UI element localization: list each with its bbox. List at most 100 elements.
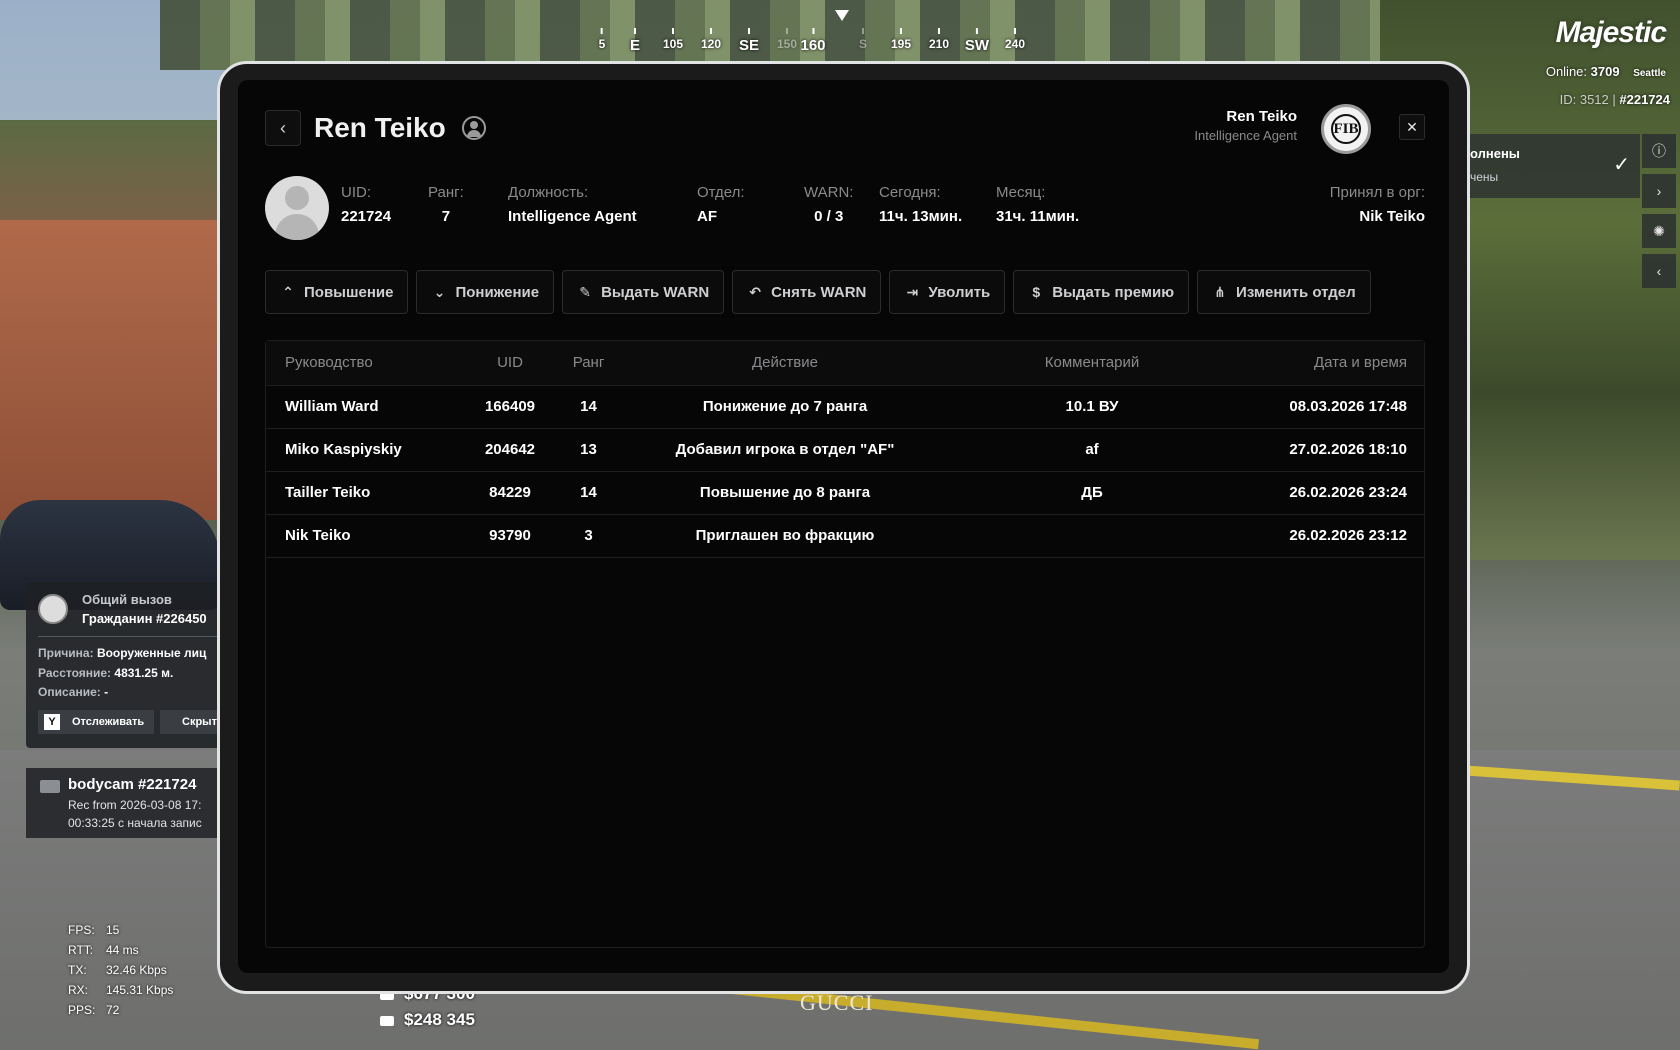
- document-edit-icon: ✎: [579, 283, 591, 300]
- cell-leader: Miko Kaspiyskiy: [266, 428, 474, 472]
- call-description-value: -: [104, 685, 109, 699]
- month-label: Месяц:: [996, 184, 1046, 201]
- player-id-value: #221724: [1619, 92, 1670, 107]
- track-label: Отслеживать: [72, 716, 145, 728]
- action-label: Выдать WARN: [601, 283, 710, 301]
- action-label: Повышение: [304, 283, 394, 301]
- call-distance: Расстояние: 4831.25 м.: [38, 666, 173, 680]
- column-header: Дата и время: [1245, 341, 1424, 386]
- net-stat-value: 44 ms: [106, 943, 139, 957]
- cell-rank: 14: [546, 471, 631, 515]
- quest-panel[interactable]: олнены чены ✓: [1468, 134, 1640, 198]
- member-profile: UID: 221724 Ранг: 7 Должность: Intellige…: [265, 176, 1425, 240]
- net-stat-label: TX:: [68, 963, 87, 977]
- call-reason-value: Вооруженные лиц: [96, 646, 207, 660]
- table-header-row: Руководство UID Ранг Действие Комментари…: [266, 341, 1424, 386]
- give-bonus-button[interactable]: $ Выдать премию: [1013, 270, 1190, 314]
- close-button[interactable]: ✕: [1399, 114, 1425, 140]
- cell-leader: Tailler Teiko: [266, 471, 474, 515]
- chevron-right-icon[interactable]: ›: [1642, 174, 1676, 208]
- column-header: Действие: [631, 341, 939, 386]
- warn-field: WARN: 0 / 3: [804, 184, 853, 225]
- bodycam-rec: Rec from 2026-03-08 17:: [68, 798, 202, 812]
- remove-warn-button[interactable]: ↶ Снять WARN: [732, 270, 882, 314]
- table-row[interactable]: Tailler Teiko 84229 14 Повышение до 8 ранга…: [266, 471, 1424, 515]
- badge-icon[interactable]: ✺: [1642, 214, 1676, 248]
- give-warn-button[interactable]: ✎ Выдать WARN: [562, 270, 725, 314]
- demote-button[interactable]: ⌄ Понижение: [416, 270, 555, 314]
- compass-tick: 5: [599, 28, 606, 51]
- compass-tick: E: [630, 28, 640, 54]
- building-wall: [0, 220, 240, 520]
- net-stat-row: TX: 32.46 Kbps: [68, 960, 173, 980]
- call-title: Общий вызов: [82, 592, 172, 607]
- compass-tick: 210: [929, 28, 949, 51]
- net-stat-label: RX:: [68, 983, 89, 997]
- camera-icon: [40, 780, 60, 793]
- compass-tick: 150: [777, 28, 797, 51]
- chevron-left-icon: ‹: [280, 117, 286, 138]
- close-icon: ✕: [1406, 118, 1418, 135]
- compass-tick: SW: [965, 28, 989, 54]
- net-stat-row: FPS: 15: [68, 920, 173, 940]
- warn-value: 0 / 3: [814, 208, 844, 225]
- undo-icon: ↶: [749, 283, 762, 300]
- rank-label: Ранг:: [428, 184, 464, 201]
- net-stat-label: PPS:: [68, 1003, 96, 1017]
- month-value: 31ч. 11мин.: [996, 208, 1080, 225]
- compass-tick: 160: [800, 28, 825, 54]
- history-table-grid: Руководство UID Ранг Действие Комментари…: [266, 341, 1424, 558]
- chevron-up-icon: ⌃: [282, 283, 294, 300]
- net-stat-label: FPS:: [68, 923, 95, 937]
- net-stat-row: RTT: 44 ms: [68, 940, 173, 960]
- cash-money: $248 345: [380, 1010, 475, 1030]
- fib-logo-icon: [38, 594, 68, 624]
- seal-text: FIB: [1331, 114, 1361, 144]
- net-stat-row: PPS: 72: [68, 1000, 173, 1020]
- action-label: Снять WARN: [771, 283, 867, 301]
- coin-icon: $: [1032, 284, 1041, 300]
- chevron-left-icon[interactable]: ‹: [1642, 254, 1676, 288]
- promote-button[interactable]: ⌃ Повышение: [265, 270, 409, 314]
- key-hint: Y: [44, 714, 60, 730]
- table-row[interactable]: Nik Teiko 93790 3 Приглашен во фракцию 26.02…: [266, 514, 1424, 558]
- side-buttons: ⓘ › ✺ ‹: [1642, 134, 1676, 294]
- compass-ticks: 5 E 105 120 SE 150 160 S 195 210 SW 240: [599, 28, 1080, 58]
- fire-button[interactable]: ⇥ Уволить: [889, 270, 1006, 314]
- compass-heading-arrow-icon: [835, 10, 849, 21]
- online-label: Online:: [1545, 64, 1588, 79]
- department-label: Отдел:: [697, 184, 745, 201]
- uid-field: UID: 221724: [341, 184, 391, 225]
- fib-seal-icon: FIB: [1321, 104, 1371, 154]
- cell-action: Понижение до 7 ранга: [631, 385, 939, 429]
- cell-datetime: 27.02.2026 18:10: [1245, 428, 1424, 472]
- uid-value: 221724: [341, 208, 392, 225]
- info-icon[interactable]: ⓘ: [1642, 134, 1676, 168]
- change-dept-button[interactable]: ⋔ Изменить отдел: [1197, 270, 1371, 314]
- track-button[interactable]: Y Отслеживать: [38, 710, 154, 734]
- net-stat-value: 32.46 Kbps: [106, 963, 167, 977]
- cell-action: Повышение до 8 ранга: [631, 471, 939, 515]
- call-citizen: Гражданин #226450: [82, 611, 207, 626]
- tablet-screen: ‹ Ren Teiko Ren Teiko Intelligence Agent…: [238, 80, 1449, 973]
- building: [0, 120, 240, 230]
- column-header: Руководство: [266, 341, 474, 386]
- person-icon[interactable]: [462, 116, 486, 140]
- cell-uid: 93790: [474, 514, 546, 558]
- table-body: William Ward 166409 14 Понижение до 7 ранга…: [266, 385, 1424, 558]
- call-description: Описание: -: [38, 685, 108, 699]
- cash-money-value: $248 345: [404, 1010, 475, 1029]
- back-button[interactable]: ‹: [265, 110, 301, 146]
- compass-tick: 240: [1005, 28, 1025, 51]
- compass-tick: 120: [701, 28, 721, 51]
- position-value: Intelligence Agent: [508, 208, 637, 225]
- table-row[interactable]: Miko Kaspiyskiy 204642 13 Добавил игрока в …: [266, 428, 1424, 472]
- cell-rank: 3: [546, 514, 631, 558]
- uid-label: UID:: [341, 184, 371, 201]
- cell-leader: Nik Teiko: [266, 514, 474, 558]
- net-stat-value: 72: [106, 1003, 120, 1017]
- table-row[interactable]: William Ward 166409 14 Понижение до 7 ранга…: [266, 385, 1424, 429]
- compass: 5 E 105 120 SE 150 160 S 195 210 SW 240: [599, 8, 1080, 58]
- current-user-name: Ren Teiko: [1226, 108, 1297, 125]
- action-label: Уволить: [928, 283, 991, 301]
